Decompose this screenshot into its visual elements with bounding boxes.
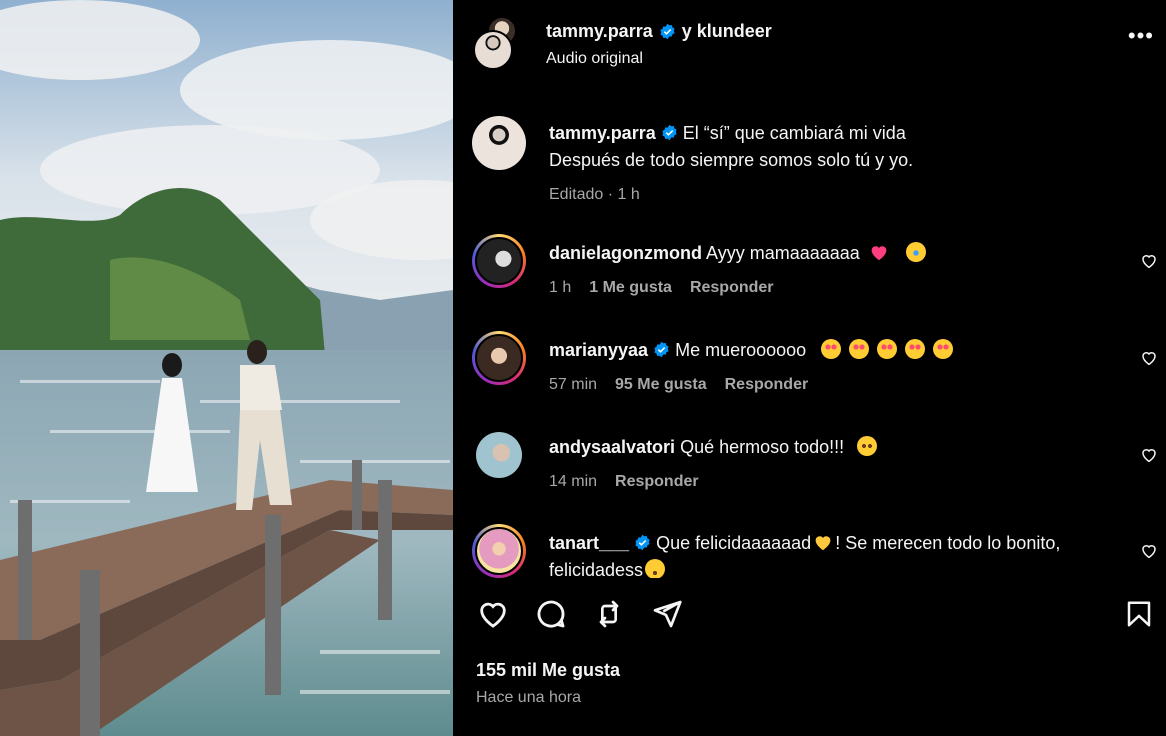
pink-heart-emoji-icon <box>871 246 887 261</box>
verified-icon <box>653 341 670 358</box>
avatar[interactable] <box>472 524 526 578</box>
heart-eyes-emoji-icon <box>821 339 842 359</box>
avatar[interactable] <box>476 432 522 478</box>
comment-text: ! Se merecen todo lo bonito, <box>835 533 1061 553</box>
yellow-heart-emoji-icon <box>815 536 831 551</box>
post-photo[interactable] <box>0 0 453 736</box>
reply-button[interactable]: Responder <box>690 279 774 297</box>
caption-line1: tammy.parra El “sí” que cambiará mi vida <box>549 120 906 146</box>
like-comment-heart-icon[interactable] <box>1140 252 1158 270</box>
crying-face-emoji-icon <box>905 242 926 262</box>
comment-text: Me mueroooooo <box>675 340 807 360</box>
comment-text-line: tanart___ Que felicidaaaaaad ! Se merecen… <box>549 530 1060 556</box>
collab-link[interactable]: y klundeer <box>682 21 772 42</box>
repost-icon[interactable] <box>589 594 629 634</box>
holding-back-tears-emoji-icon <box>645 559 666 578</box>
comment-time: 14 min <box>549 473 598 490</box>
action-bar <box>453 594 1166 638</box>
comment-text-line: felicidadess <box>549 557 669 578</box>
post-likes[interactable]: 155 mil Me gusta <box>476 660 620 681</box>
audio-link[interactable]: Audio original <box>546 50 643 68</box>
comments-list[interactable]: tammy.parra El “sí” que cambiará mi vida… <box>453 92 1166 578</box>
avatar[interactable] <box>472 116 526 170</box>
comment-row: andysaalvatori Qué hermoso todo!!! 14 mi… <box>453 426 1166 506</box>
comment-meta: 1 h 1 Me gusta Responder <box>549 279 774 297</box>
comment-time: 1 h <box>549 279 572 296</box>
more-icon[interactable]: ••• <box>1128 25 1154 47</box>
comment-username[interactable]: andysaalvatori <box>549 437 675 457</box>
verified-icon <box>659 23 676 40</box>
post-panel: tammy.parra y klundeer Audio original ••… <box>453 0 1166 736</box>
share-icon[interactable] <box>647 594 687 634</box>
post-time[interactable]: Hace una hora <box>476 689 581 707</box>
comment-text-line: danielagonzmond Ayyy mamaaaaaaa <box>549 240 930 266</box>
comment-text: Que felicidaaaaaad <box>656 533 812 553</box>
comment-row: marianyyaa Me mueroooooo 57 min 95 Me gu… <box>453 329 1166 409</box>
comment-meta: 57 min 95 Me gusta Responder <box>549 376 808 394</box>
verified-icon <box>634 534 651 551</box>
lake-dock-photo <box>0 0 453 736</box>
header-usernames: tammy.parra y klundeer <box>546 21 772 42</box>
post-header: tammy.parra y klundeer Audio original ••… <box>453 0 1166 92</box>
like-comment-heart-icon[interactable] <box>1140 349 1158 367</box>
comment-time: 57 min <box>549 376 598 393</box>
comment-username[interactable]: danielagonzmond <box>549 243 702 263</box>
heart-eyes-emoji-icon <box>933 339 954 359</box>
comment-text-line: marianyyaa Me mueroooooo <box>549 337 957 363</box>
comment-likes[interactable]: 95 Me gusta <box>615 376 707 394</box>
comment-username[interactable]: marianyyaa <box>549 340 648 360</box>
comment-likes[interactable]: 1 Me gusta <box>589 279 672 297</box>
comment-row: danielagonzmond Ayyy mamaaaaaaa 1 h 1 Me… <box>453 232 1166 312</box>
comment-text: Qué hermoso todo!!! <box>680 437 845 457</box>
caption-text: El “sí” que cambiará mi vida <box>682 123 906 143</box>
comment-username[interactable]: tanart___ <box>549 533 629 553</box>
heart-eyes-emoji-icon <box>877 339 898 359</box>
heart-eyes-emoji-icon <box>849 339 870 359</box>
avatar[interactable] <box>472 234 526 288</box>
comment-row: tanart___ Que felicidaaaaaad ! Se merecen… <box>453 522 1166 578</box>
avatar <box>473 30 513 70</box>
caption-line2: Después de todo siempre somos solo tú y … <box>549 150 914 170</box>
comment-text: Ayyy mamaaaaaaa <box>706 243 860 263</box>
reply-button[interactable]: Responder <box>725 376 809 394</box>
caption-row: tammy.parra El “sí” que cambiará mi vida… <box>453 114 1166 224</box>
heart-eyes-emoji-icon <box>905 339 926 359</box>
avatar[interactable] <box>472 331 526 385</box>
verified-icon <box>661 124 678 141</box>
pleading-face-emoji-icon <box>857 436 878 456</box>
comment-text: felicidadess <box>549 560 644 578</box>
comment-meta: 14 min Responder <box>549 473 699 491</box>
comment-icon[interactable] <box>531 594 571 634</box>
reply-button[interactable]: Responder <box>615 473 699 491</box>
caption-username[interactable]: tammy.parra <box>549 123 656 143</box>
caption-meta: Editado · 1 h <box>549 186 640 204</box>
collab-avatars[interactable] <box>473 16 519 72</box>
like-comment-heart-icon[interactable] <box>1140 542 1158 560</box>
like-comment-heart-icon[interactable] <box>1140 446 1158 464</box>
heart-icon[interactable] <box>473 594 513 634</box>
bookmark-icon[interactable] <box>1119 594 1159 634</box>
comment-text-line: andysaalvatori Qué hermoso todo!!! <box>549 434 881 460</box>
username-link[interactable]: tammy.parra <box>546 21 653 42</box>
caption-edited-time: Editado · 1 h <box>549 186 640 203</box>
